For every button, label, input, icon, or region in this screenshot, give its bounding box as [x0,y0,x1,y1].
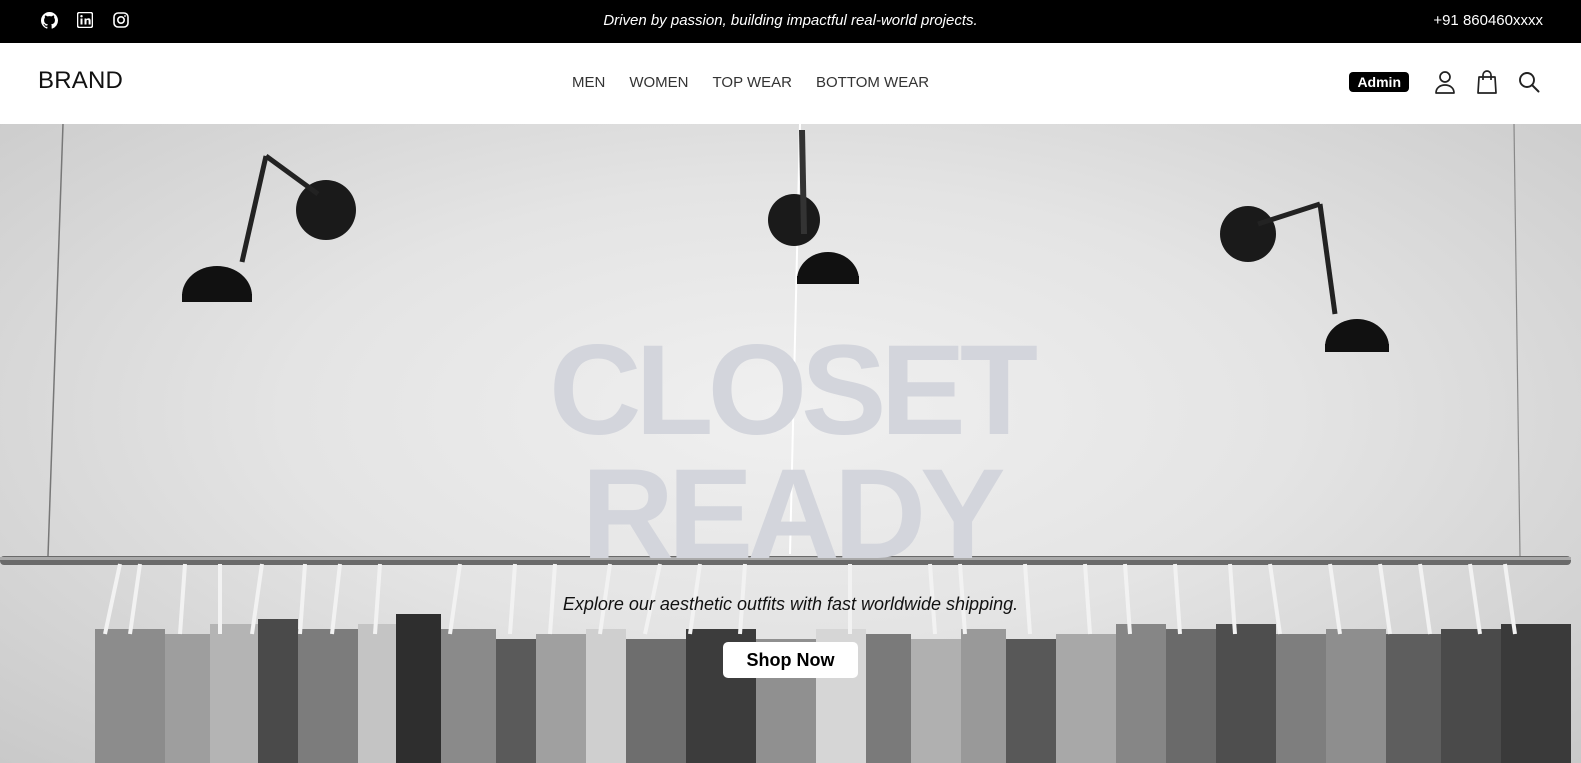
phone-number[interactable]: +91 860460xxxx [1433,12,1543,29]
hero-subtitle: Explore our aesthetic outfits with fast … [562,594,1019,614]
nav-item-top-wear[interactable]: TOP WEAR [713,74,792,91]
main-header: BRAND MEN WOMEN TOP WEAR BOTTOM WEAR Adm… [0,43,1581,124]
clothing-rack [95,614,1571,763]
user-icon[interactable] [1433,69,1457,95]
nav-item-women[interactable]: WOMEN [629,74,688,91]
shopping-bag-icon[interactable] [1475,69,1499,95]
nav-item-men[interactable]: MEN [572,74,605,91]
hero-title-line-2: READY [581,443,1005,586]
lamp-center [768,129,859,284]
shop-now-button[interactable]: Shop Now [723,642,858,678]
tagline: Driven by passion, building impactful re… [603,12,978,29]
search-icon[interactable] [1517,69,1541,95]
brand-logo[interactable]: BRAND [38,67,123,95]
nav-item-bottom-wear[interactable]: BOTTOM WEAR [816,74,929,91]
main-nav: MEN WOMEN TOP WEAR BOTTOM WEAR [572,74,929,91]
hero-title-line-1: CLOSET [548,319,1038,462]
hero-title: CLOSET READY [0,319,1581,586]
top-bar: Driven by passion, building impactful re… [0,0,1581,43]
hero-section: CLOSET READY Explore our aesthetic outfi… [0,124,1581,763]
header-actions: Admin [1349,69,1541,95]
admin-button[interactable]: Admin [1349,72,1409,92]
lamp-left [182,153,356,302]
